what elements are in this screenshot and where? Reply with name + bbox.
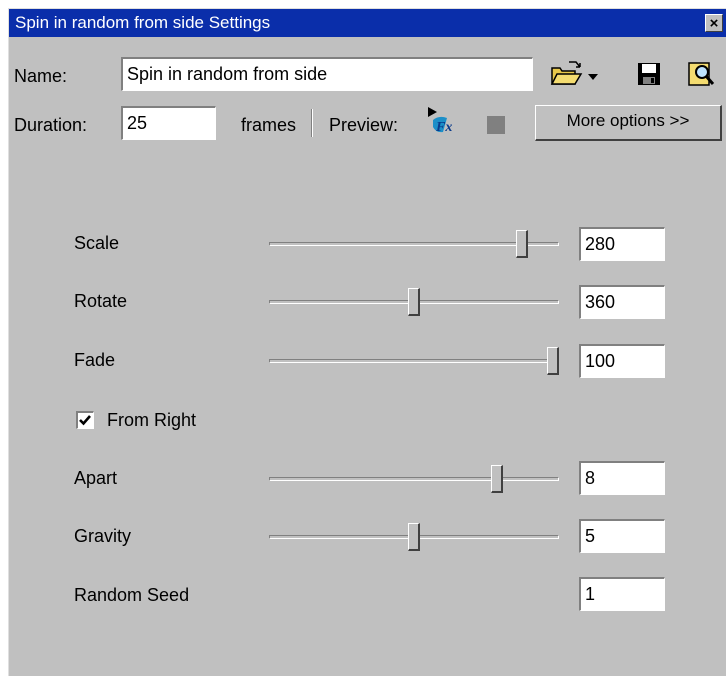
find-icon[interactable]: [687, 60, 717, 88]
more-options-button[interactable]: More options >>: [535, 105, 722, 141]
gravity-slider-thumb[interactable]: [408, 523, 420, 551]
fade-label: Fade: [74, 350, 116, 370]
window-title: Spin in random from side Settings: [15, 13, 271, 32]
scale-field[interactable]: [579, 227, 665, 261]
frames-label: frames: [241, 115, 297, 135]
apart-field[interactable]: [579, 461, 665, 495]
checkmark-icon: [79, 415, 91, 426]
duration-label: Duration:: [14, 115, 88, 135]
svg-text:Fx: Fx: [435, 120, 452, 135]
stop-icon[interactable]: [487, 116, 505, 134]
gravity-field[interactable]: [579, 519, 665, 553]
rotate-label: Rotate: [74, 291, 128, 311]
fade-slider-thumb[interactable]: [547, 347, 559, 375]
apart-slider-track[interactable]: [269, 477, 559, 481]
dropdown-arrow-icon[interactable]: [587, 69, 599, 80]
random-seed-field[interactable]: [579, 577, 665, 611]
open-folder-icon[interactable]: [549, 60, 585, 88]
from-right-label: From Right: [107, 410, 197, 430]
close-button[interactable]: ×: [705, 14, 723, 32]
random-seed-label: Random Seed: [74, 585, 190, 605]
name-field[interactable]: [121, 57, 533, 91]
duration-field[interactable]: [121, 106, 216, 140]
scale-label: Scale: [74, 233, 120, 253]
save-icon[interactable]: [637, 62, 661, 86]
title-bar[interactable]: Spin in random from side Settings ×: [9, 9, 726, 37]
fade-slider-track[interactable]: [269, 359, 559, 363]
rotate-slider-thumb[interactable]: [408, 288, 420, 316]
toolbar-separator: [311, 109, 313, 137]
from-right-checkbox[interactable]: [76, 411, 94, 429]
apart-slider-thumb[interactable]: [491, 465, 504, 493]
rotate-field[interactable]: [579, 285, 665, 319]
apart-label: Apart: [74, 468, 118, 488]
gravity-label: Gravity: [74, 526, 132, 546]
scale-slider-thumb[interactable]: [516, 230, 529, 258]
close-icon: ×: [709, 15, 719, 32]
fade-field[interactable]: [579, 344, 665, 378]
name-label: Name:: [14, 66, 68, 86]
settings-window: Spin in random from side Settings × Name…: [8, 8, 726, 676]
preview-label: Preview:: [329, 115, 399, 135]
preview-fx-icon[interactable]: Fx: [425, 105, 459, 137]
